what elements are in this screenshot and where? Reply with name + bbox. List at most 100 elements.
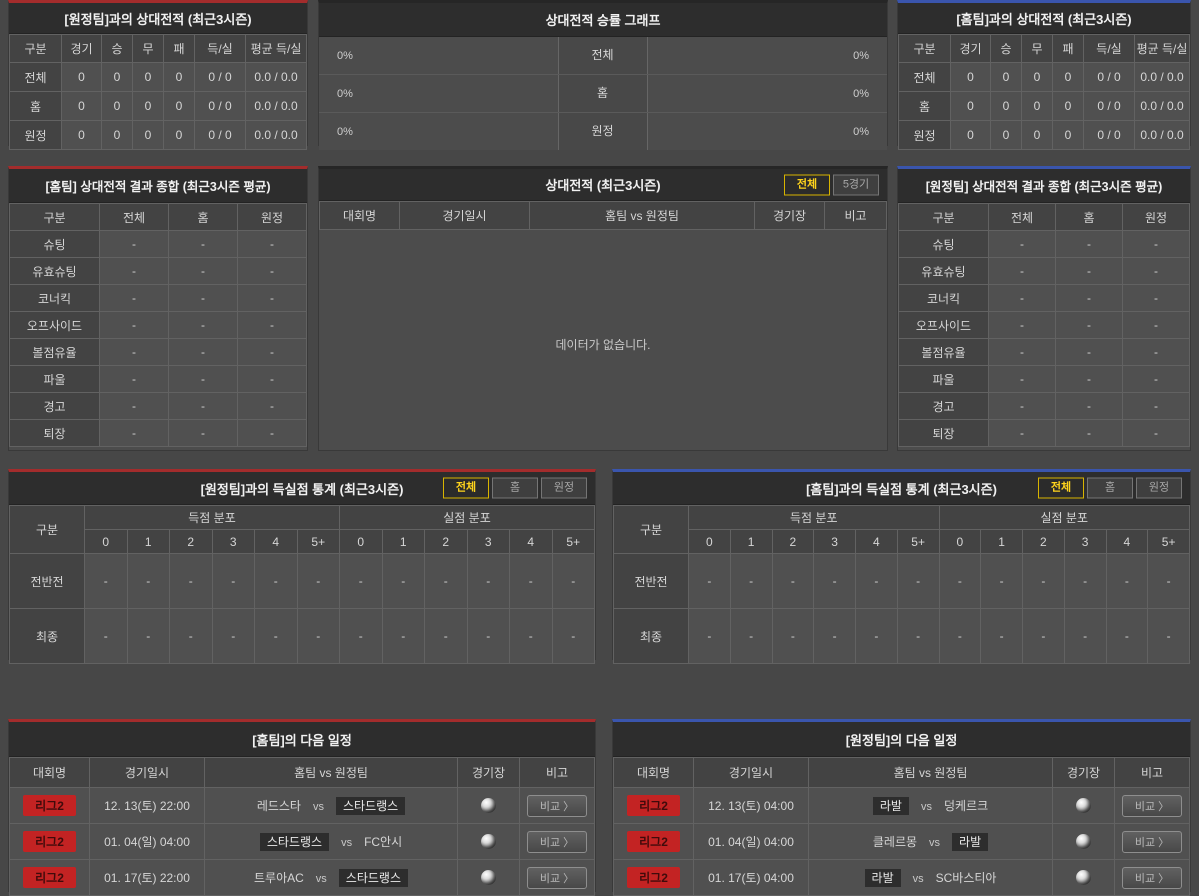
row-label: 슈팅: [898, 230, 989, 258]
col-header: 대회명: [613, 757, 694, 788]
stat-cell: -: [980, 553, 1023, 609]
stat-cell: -: [1122, 392, 1190, 420]
stat-cell: 0: [132, 91, 164, 121]
row-label: 전반전: [613, 553, 689, 609]
stadium-globe-icon[interactable]: [1076, 870, 1091, 886]
panel-title: [홈팀] 상대전적 결과 종합 (최근3시즌 평균): [9, 169, 307, 203]
table-row: 퇴장 - - -: [9, 419, 307, 447]
goals-against-group-header: 실점 분포: [339, 505, 595, 530]
graph-row-label: 홈: [557, 75, 648, 112]
table-row: 전체 0 0 0 0 0 / 0 0.0 / 0.0: [9, 62, 307, 92]
table-row: 전반전 ------ ------: [9, 553, 595, 609]
col-header: 전체: [988, 203, 1056, 231]
stat-cell: -: [381, 608, 425, 664]
col-header: 원정: [1122, 203, 1190, 231]
stat-cell: -: [168, 230, 238, 258]
tab-home[interactable]: 홈: [1087, 477, 1133, 499]
stat-cell: -: [551, 553, 595, 609]
match-teams: 트루아AC vs 스타드랭스: [204, 859, 458, 896]
stat-cell: -: [99, 284, 169, 312]
col-header: 승: [101, 34, 133, 63]
h2h-match-list-panel: 상대전적 (최근3시즌) 전체 5경기 대회명 경기일시 홈팀 vs 원정팀 경…: [318, 166, 888, 451]
stadium-globe-icon[interactable]: [1076, 798, 1091, 814]
stat-cell: -: [237, 419, 307, 447]
col-header: 홈팀 vs 원정팀: [529, 201, 755, 230]
stat-cell: 0 / 0: [194, 120, 246, 150]
stat-cell: -: [1147, 553, 1190, 609]
stat-cell: -: [237, 284, 307, 312]
vs-label: vs: [929, 837, 941, 849]
stat-cell: -: [237, 257, 307, 285]
col-header: 평균 득/실: [1134, 34, 1190, 63]
stat-cell: -: [1063, 608, 1107, 664]
compare-button[interactable]: 비교 〉: [526, 866, 588, 889]
stat-cell: -: [168, 419, 238, 447]
tab-all[interactable]: 전체: [784, 174, 830, 195]
col-header: 구분: [898, 34, 951, 63]
home-win-percent: 0%: [337, 125, 353, 138]
col-header: 경기일시: [693, 757, 809, 788]
compare-button[interactable]: 비교 〉: [1121, 794, 1183, 817]
goals-for-group-header: 득점 분포: [688, 505, 940, 530]
match-datetime: 12. 13(토) 04:00: [693, 787, 809, 824]
graph-row: 0% 원정 0%: [319, 113, 887, 150]
tab-all[interactable]: 전체: [1038, 477, 1084, 499]
stadium-globe-icon[interactable]: [481, 798, 496, 814]
row-label: 파울: [9, 365, 100, 393]
stadium-globe-icon[interactable]: [481, 834, 496, 850]
stadium-globe-icon[interactable]: [481, 870, 496, 886]
league-badge: 리그2: [627, 867, 680, 888]
stat-cell: -: [99, 365, 169, 393]
stat-cell: -: [424, 608, 468, 664]
panel-title: 상대전적 (최근3시즌): [545, 178, 661, 193]
row-label: 볼점유율: [898, 338, 989, 366]
stat-cell: -: [729, 608, 773, 664]
stat-cell: -: [1055, 257, 1123, 285]
group-header-row: 구분 득점 분포 실점 분포: [9, 505, 595, 554]
stat-cell: -: [988, 365, 1056, 393]
tab-all[interactable]: 전체: [443, 477, 489, 499]
bin-header: 0: [84, 529, 128, 554]
stat-cell: -: [254, 608, 298, 664]
stat-cell: 0: [1052, 62, 1084, 92]
compare-button[interactable]: 비교 〉: [1121, 830, 1183, 853]
row-label: 퇴장: [898, 419, 989, 447]
stat-cell: 0: [132, 62, 164, 92]
bin-header: 2: [771, 529, 815, 554]
compare-button[interactable]: 비교 〉: [1121, 866, 1183, 889]
stat-cell: -: [771, 553, 815, 609]
goals-against-group-header: 실점 분포: [938, 505, 1190, 530]
stat-cell: 0: [990, 62, 1022, 92]
tab-away[interactable]: 원정: [1136, 477, 1182, 499]
stat-cell: -: [237, 230, 307, 258]
bin-header: 1: [126, 529, 170, 554]
stat-cell: 0 / 0: [1083, 91, 1135, 121]
stat-cell: 0: [990, 120, 1022, 150]
stat-cell: 0: [163, 120, 195, 150]
stat-cell: -: [1055, 365, 1123, 393]
table-row: 퇴장 - - -: [898, 419, 1190, 447]
stat-cell: 0: [1021, 120, 1053, 150]
stat-cell: -: [211, 553, 255, 609]
goals-for-group-header: 득점 분포: [84, 505, 340, 530]
stat-cell: -: [813, 608, 856, 664]
table-row: 홈 0 0 0 0 0 / 0 0.0 / 0.0: [9, 91, 307, 121]
tab-home[interactable]: 홈: [492, 477, 538, 499]
col-header: 경기일시: [399, 201, 530, 230]
graph-row: 0% 홈 0%: [319, 75, 887, 113]
stat-cell: 0.0 / 0.0: [245, 120, 307, 150]
home-team-name: 트루아AC: [254, 871, 304, 885]
tab-last5[interactable]: 5경기: [833, 174, 879, 195]
stat-cell: 0.0 / 0.0: [245, 91, 307, 121]
away-win-percent: 0%: [853, 87, 869, 100]
tab-away[interactable]: 원정: [541, 477, 587, 499]
stadium-globe-icon[interactable]: [1076, 834, 1091, 850]
stat-cell: -: [1105, 553, 1149, 609]
table-row: 파울 - - -: [9, 365, 307, 393]
record-vs-hometeam-panel: [홈팀]과의 상대전적 (최근3시즌) 구분 경기 승 무 패 득/실 평균 득…: [897, 0, 1191, 150]
compare-button[interactable]: 비교 〉: [526, 794, 588, 817]
h2h-filter-tabs: 전체 5경기: [784, 174, 879, 195]
vs-label: vs: [312, 801, 324, 813]
compare-button[interactable]: 비교 〉: [526, 830, 588, 853]
stat-cell: -: [988, 230, 1056, 258]
